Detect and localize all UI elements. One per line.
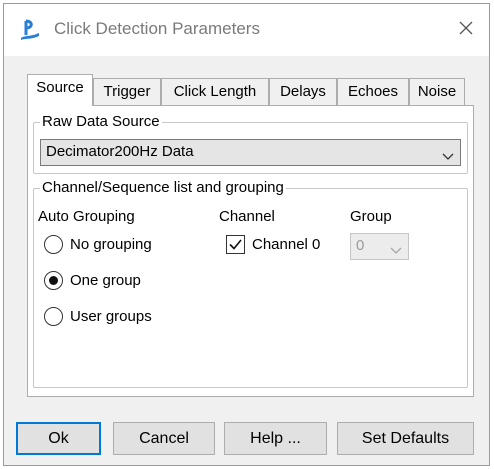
ok-label: Ok [48,429,69,447]
radio-no-grouping[interactable] [44,235,63,254]
tab-label: Noise [417,83,457,100]
tab-noise[interactable]: Noise [409,78,465,105]
tab-label: Click Length [173,83,257,100]
tab-label: Trigger [103,83,151,100]
tab-label: Echoes [347,83,399,100]
channel-grouping-group: Channel/Sequence list and grouping Auto … [33,179,468,388]
raw-data-source-value: Decimator200Hz Data [46,143,194,160]
tab-label: Source [36,79,84,96]
channel-0-label: Channel 0 [252,236,321,253]
radio-label: User groups [70,308,152,325]
set-defaults-button[interactable]: Set Defaults [337,422,474,455]
auto-grouping-heading: Auto Grouping [38,208,135,225]
tab-trigger[interactable]: Trigger [93,78,161,105]
tab-label: Delays [280,83,326,100]
tab-panel-source: Raw Data Source Decimator200Hz Data Chan… [27,105,474,397]
set-defaults-label: Set Defaults [361,429,450,447]
radio-label: One group [70,272,141,289]
ok-button[interactable]: Ok [16,422,101,455]
cancel-label: Cancel [139,429,189,447]
channel-0-checkbox[interactable] [226,235,245,254]
title-bar: Click Detection Parameters [4,4,489,56]
help-label: Help ... [250,429,301,447]
radio-selected-dot [49,276,58,285]
raw-data-source-select[interactable]: Decimator200Hz Data [40,139,461,166]
cancel-button[interactable]: Cancel [113,422,215,455]
tab-echoes[interactable]: Echoes [337,78,409,105]
close-icon [459,21,473,39]
chevron-down-icon [442,148,454,160]
window-title: Click Detection Parameters [54,19,260,38]
group-select-value: 0 [356,237,365,254]
tab-delays[interactable]: Delays [269,78,337,105]
radio-user-groups[interactable] [44,307,63,326]
raw-data-source-label: Raw Data Source [40,113,162,130]
tab-click-length[interactable]: Click Length [161,78,269,105]
channel-heading: Channel [219,208,275,225]
radio-one-group[interactable] [44,271,63,290]
channel-0-group-select[interactable]: 0 [350,233,409,260]
radio-label: No grouping [70,236,152,253]
channel-grouping-label: Channel/Sequence list and grouping [40,179,286,196]
close-button[interactable] [443,4,489,56]
tab-source[interactable]: Source [27,74,93,106]
app-icon [18,18,42,42]
dialog-window: Click Detection Parameters Source Trigge… [3,3,490,466]
raw-data-source-group: Raw Data Source Decimator200Hz Data [33,113,468,174]
help-button[interactable]: Help ... [224,422,327,455]
chevron-down-icon [390,242,402,254]
group-heading: Group [350,208,392,225]
